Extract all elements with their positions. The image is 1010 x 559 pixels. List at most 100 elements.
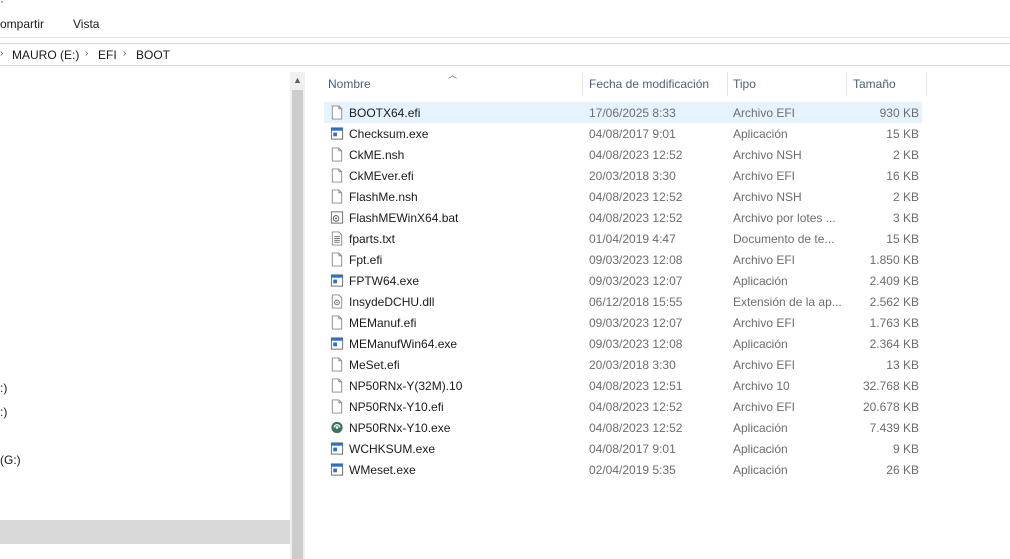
file-date-modified: 04/08/2017 9:01 bbox=[589, 127, 676, 141]
file-date-modified: 17/06/2025 8:33 bbox=[589, 106, 676, 120]
file-name[interactable]: fparts.txt bbox=[349, 232, 581, 246]
file-type: Archivo EFI bbox=[733, 253, 796, 267]
nav-selected-item[interactable] bbox=[0, 520, 290, 544]
scroll-thumb[interactable] bbox=[292, 90, 303, 559]
application-icon bbox=[330, 126, 344, 141]
file-type: Archivo NSH bbox=[733, 190, 802, 204]
file-name[interactable]: NP50RNx-Y10.efi bbox=[349, 400, 581, 414]
file-name[interactable]: InsydeDCHU.dll bbox=[349, 295, 581, 309]
ribbon: · ompartir Vista bbox=[0, 0, 1010, 37]
breadcrumb-separator[interactable]: › bbox=[85, 48, 88, 59]
breadcrumb-separator[interactable]: › bbox=[123, 48, 126, 59]
file-size: 32.768 KB bbox=[862, 379, 919, 393]
file-type: Archivo EFI bbox=[733, 400, 796, 414]
file-row[interactable]: Fpt.efi 09/03/2023 12:08 Archivo EFI 1.850 … bbox=[324, 249, 922, 270]
file-size: 930 KB bbox=[879, 106, 919, 120]
application-icon bbox=[330, 441, 344, 456]
file-name[interactable]: BOOTX64.efi bbox=[349, 106, 581, 120]
file-type: Archivo EFI bbox=[733, 316, 796, 330]
column-divider[interactable] bbox=[582, 72, 583, 96]
blank-file-icon bbox=[330, 315, 344, 330]
file-row[interactable]: fparts.txt 01/04/2019 4:47 Documento de te… bbox=[324, 228, 922, 249]
file-size: 1.763 KB bbox=[869, 316, 919, 330]
file-row[interactable]: NP50RNx-Y10.exe 04/08/2023 12:52 Aplicació… bbox=[324, 417, 922, 438]
file-size: 2 KB bbox=[892, 148, 919, 162]
ribbon-divider bbox=[0, 37, 1010, 38]
file-name[interactable]: FPTW64.exe bbox=[349, 274, 581, 288]
file-name[interactable]: MEManuf.efi bbox=[349, 316, 581, 330]
file-size: 20.678 KB bbox=[862, 400, 919, 414]
breadcrumb-separator[interactable]: › bbox=[0, 48, 3, 59]
column-header-size[interactable]: Tamaño bbox=[853, 72, 896, 96]
file-row[interactable]: NP50RNx-Y10.efi 04/08/2023 12:52 Archivo E… bbox=[324, 396, 922, 417]
file-date-modified: 04/08/2023 12:51 bbox=[589, 379, 683, 393]
file-row[interactable]: CkMEver.efi 20/03/2018 3:30 Archivo EFI 16 … bbox=[324, 165, 922, 186]
file-date-modified: 02/04/2019 5:35 bbox=[589, 463, 676, 477]
blank-file-icon bbox=[330, 357, 344, 372]
file-date-modified: 09/03/2023 12:07 bbox=[589, 274, 683, 288]
nav-scrollbar[interactable]: ▲ bbox=[290, 72, 305, 559]
file-type: Aplicación bbox=[733, 463, 788, 477]
file-size: 1.850 KB bbox=[869, 253, 919, 267]
file-row[interactable]: WCHKSUM.exe 04/08/2017 9:01 Aplicación 9 KB bbox=[324, 438, 922, 459]
file-name[interactable]: MEManufWin64.exe bbox=[349, 337, 581, 351]
file-row[interactable]: FPTW64.exe 09/03/2023 12:07 Aplicación 2.40… bbox=[324, 270, 922, 291]
column-divider[interactable] bbox=[926, 72, 927, 96]
file-row[interactable]: CkME.nsh 04/08/2023 12:52 Archivo NSH 2 KB bbox=[324, 144, 922, 165]
column-divider[interactable] bbox=[846, 72, 847, 96]
file-row[interactable]: BOOTX64.efi 17/06/2025 8:33 Archivo EFI 930… bbox=[324, 102, 922, 123]
flash-tool-icon bbox=[330, 420, 344, 435]
file-type: Archivo EFI bbox=[733, 106, 796, 120]
file-date-modified: 09/03/2023 12:08 bbox=[589, 337, 683, 351]
file-type: Extensión de la ap... bbox=[733, 295, 841, 309]
file-date-modified: 01/04/2019 4:47 bbox=[589, 232, 676, 246]
address-bar[interactable]: › MAURO (E:) › EFI › BOOT bbox=[0, 43, 1010, 66]
column-header-date[interactable]: Fecha de modificación bbox=[589, 72, 709, 96]
column-divider[interactable] bbox=[727, 72, 728, 96]
file-row[interactable]: MEManufWin64.exe 09/03/2023 12:08 Aplicaci… bbox=[324, 333, 922, 354]
breadcrumb-boot[interactable]: BOOT bbox=[136, 48, 170, 62]
file-size: 2.562 KB bbox=[869, 295, 919, 309]
scroll-up-arrow-icon[interactable]: ▲ bbox=[290, 72, 305, 89]
nav-item-drive-1[interactable]: :) bbox=[0, 381, 7, 395]
file-date-modified: 09/03/2023 12:08 bbox=[589, 253, 683, 267]
column-header-name[interactable]: Nombre bbox=[328, 72, 371, 96]
nav-item-drive-g[interactable]: (G:) bbox=[0, 453, 21, 467]
file-size: 2 KB bbox=[892, 190, 919, 204]
file-type: Aplicación bbox=[733, 337, 788, 351]
file-row[interactable]: MeSet.efi 20/03/2018 3:30 Archivo EFI 13 KB bbox=[324, 354, 922, 375]
file-name[interactable]: FlashMEWinX64.bat bbox=[349, 211, 581, 225]
file-name[interactable]: CkMEver.efi bbox=[349, 169, 581, 183]
blank-file-icon bbox=[330, 378, 344, 393]
file-row[interactable]: MEManuf.efi 09/03/2023 12:07 Archivo EFI 1.… bbox=[324, 312, 922, 333]
blank-file-icon bbox=[330, 168, 344, 183]
file-row[interactable]: FlashMe.nsh 04/08/2023 12:52 Archivo NSH 2 … bbox=[324, 186, 922, 207]
file-row[interactable]: InsydeDCHU.dll 06/12/2018 15:55 Extensión … bbox=[324, 291, 922, 312]
file-name[interactable]: Checksum.exe bbox=[349, 127, 581, 141]
file-row[interactable]: WMeset.exe 02/04/2019 5:35 Aplicación 26 KB bbox=[324, 459, 922, 480]
tab-view[interactable]: Vista bbox=[73, 17, 99, 31]
file-name[interactable]: NP50RNx-Y(32M).10 bbox=[349, 379, 581, 393]
file-name[interactable]: NP50RNx-Y10.exe bbox=[349, 421, 581, 435]
file-row[interactable]: FlashMEWinX64.bat 04/08/2023 12:52 Archivo… bbox=[324, 207, 922, 228]
nav-item-drive-2[interactable]: :) bbox=[0, 405, 7, 419]
file-row[interactable]: NP50RNx-Y(32M).10 04/08/2023 12:51 Archivo… bbox=[324, 375, 922, 396]
breadcrumb-efi[interactable]: EFI bbox=[98, 48, 117, 62]
file-name[interactable]: WCHKSUM.exe bbox=[349, 442, 581, 456]
application-icon bbox=[330, 273, 344, 288]
batch-file-icon bbox=[330, 210, 344, 225]
file-name[interactable]: Fpt.efi bbox=[349, 253, 581, 267]
file-row[interactable]: Checksum.exe 04/08/2017 9:01 Aplicación 15 … bbox=[324, 123, 922, 144]
file-name[interactable]: WMeset.exe bbox=[349, 463, 581, 477]
breadcrumb-drive[interactable]: MAURO (E:) bbox=[12, 48, 79, 62]
column-header-type[interactable]: Tipo bbox=[733, 72, 756, 96]
file-date-modified: 20/03/2018 3:30 bbox=[589, 358, 676, 372]
file-name[interactable]: MeSet.efi bbox=[349, 358, 581, 372]
file-name[interactable]: FlashMe.nsh bbox=[349, 190, 581, 204]
blank-file-icon bbox=[330, 252, 344, 267]
tab-share[interactable]: ompartir bbox=[0, 17, 44, 31]
file-date-modified: 04/08/2023 12:52 bbox=[589, 148, 683, 162]
file-date-modified: 04/08/2023 12:52 bbox=[589, 400, 683, 414]
file-size: 2.364 KB bbox=[869, 337, 919, 351]
file-name[interactable]: CkME.nsh bbox=[349, 148, 581, 162]
